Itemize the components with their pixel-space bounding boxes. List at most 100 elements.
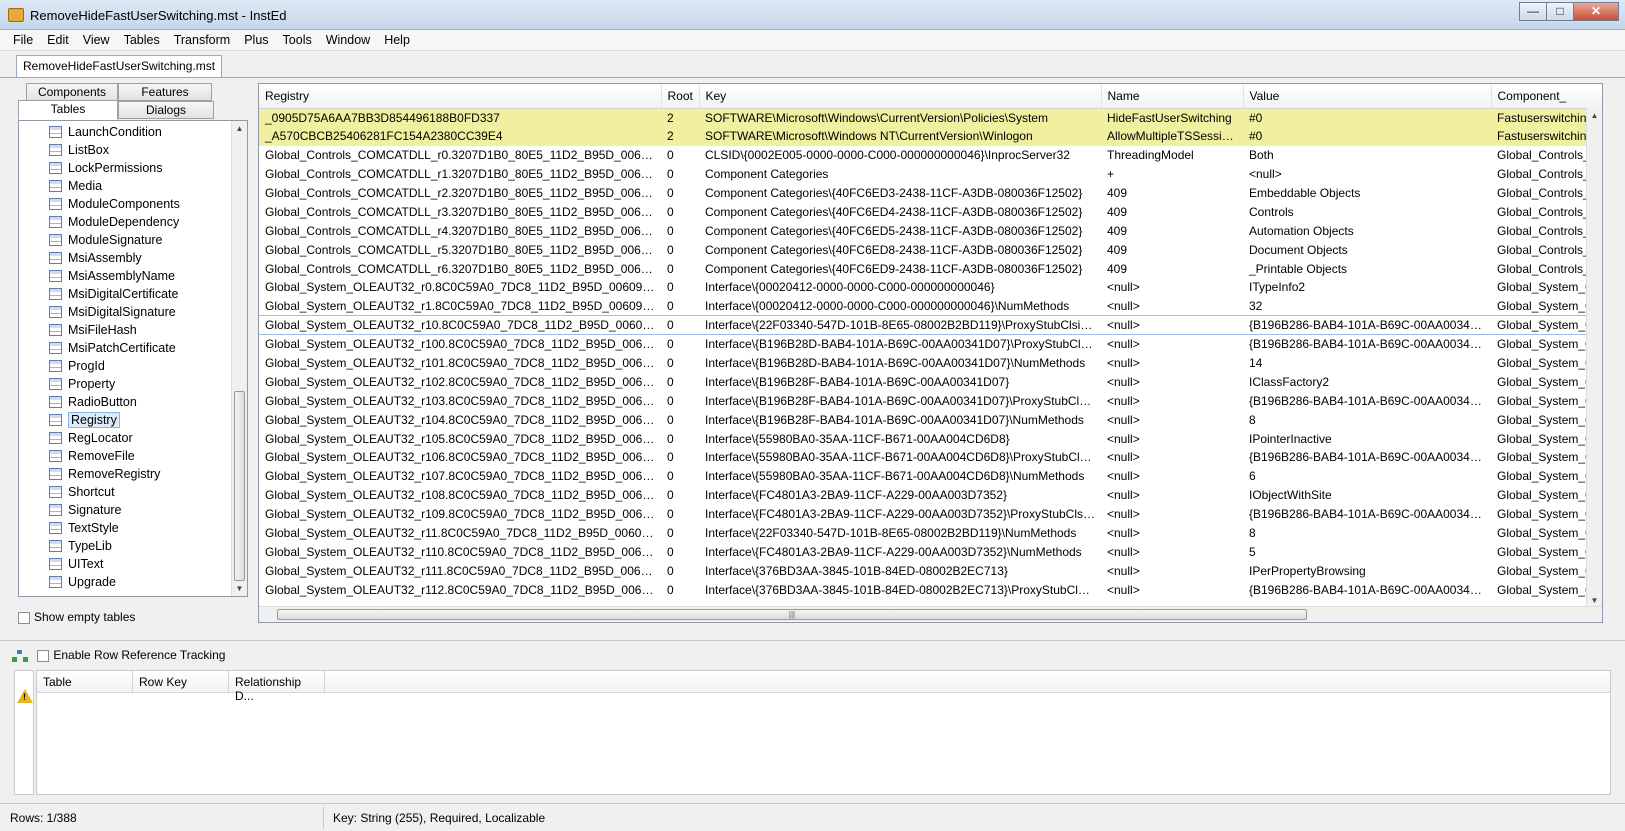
table-item-moduledependency[interactable]: ModuleDependency	[19, 213, 247, 231]
cell-key[interactable]: Interface\{B196B28F-BAB4-101A-B69C-00AA0…	[699, 372, 1101, 391]
cell-root[interactable]: 0	[661, 561, 699, 580]
cell-registry[interactable]: Global_System_OLEAUT32_r107.8C0C59A0_7DC…	[259, 467, 661, 486]
cell-name[interactable]: <null>	[1101, 448, 1243, 467]
menu-edit[interactable]: Edit	[40, 30, 76, 50]
cell-name[interactable]: <null>	[1101, 315, 1243, 336]
table-row[interactable]: Global_System_OLEAUT32_r104.8C0C59A0_7DC…	[259, 410, 1602, 429]
cell-registry[interactable]: Global_System_OLEAUT32_r103.8C0C59A0_7DC…	[259, 391, 661, 410]
cell-root[interactable]: 0	[661, 580, 699, 599]
table-item-typelib[interactable]: TypeLib	[19, 537, 247, 555]
scroll-thumb[interactable]	[234, 391, 245, 581]
cell-key[interactable]: Interface\{376BD3AA-3845-101B-84ED-08002…	[699, 561, 1101, 580]
grid-vertical-scrollbar[interactable]: ▲ ▼	[1586, 108, 1602, 608]
cell-root[interactable]: 0	[661, 429, 699, 448]
table-row[interactable]: Global_Controls_COMCATDLL_r2.3207D1B0_80…	[259, 184, 1602, 203]
cell-key[interactable]: Interface\{B196B28D-BAB4-101A-B69C-00AA0…	[699, 354, 1101, 373]
cell-name[interactable]: <null>	[1101, 542, 1243, 561]
cell-registry[interactable]: Global_System_OLEAUT32_r11.8C0C59A0_7DC8…	[259, 524, 661, 543]
cell-value[interactable]: {B196B286-BAB4-101A-B69C-00AA00341D07}	[1243, 580, 1491, 599]
cell-name[interactable]: <null>	[1101, 354, 1243, 373]
cell-registry[interactable]: Global_System_OLEAUT32_r112.8C0C59A0_7DC…	[259, 580, 661, 599]
cell-root[interactable]: 0	[661, 259, 699, 278]
cell-key[interactable]: Component Categories\{40FC6ED8-2438-11CF…	[699, 240, 1101, 259]
cell-root[interactable]: 0	[661, 240, 699, 259]
menu-window[interactable]: Window	[319, 30, 377, 50]
cell-name[interactable]: <null>	[1101, 372, 1243, 391]
menu-view[interactable]: View	[76, 30, 117, 50]
table-item-removeregistry[interactable]: RemoveRegistry	[19, 465, 247, 483]
table-item-modulesignature[interactable]: ModuleSignature	[19, 231, 247, 249]
warning-icon[interactable]: !	[17, 689, 33, 703]
cell-root[interactable]: 0	[661, 315, 699, 336]
table-item-msiassemblyname[interactable]: MsiAssemblyName	[19, 267, 247, 285]
table-item-listbox[interactable]: ListBox	[19, 141, 247, 159]
cell-root[interactable]: 0	[661, 221, 699, 240]
table-row[interactable]: _0905D75A6AA7BB3D854496188B0FD337 2 SOFTWA…	[259, 108, 1602, 127]
cell-registry[interactable]: Global_Controls_COMCATDLL_r1.3207D1B0_80…	[259, 165, 661, 184]
cell-registry[interactable]: Global_System_OLEAUT32_r108.8C0C59A0_7DC…	[259, 486, 661, 505]
cell-key[interactable]: Interface\{00020412-0000-0000-C000-00000…	[699, 297, 1101, 316]
cell-key[interactable]: SOFTWARE\Microsoft\Windows NT\CurrentVer…	[699, 126, 1101, 146]
cell-name[interactable]: 409	[1101, 184, 1243, 203]
cell-value[interactable]: <null>	[1243, 165, 1491, 184]
table-item-msidigitalsignature[interactable]: MsiDigitalSignature	[19, 303, 247, 321]
cell-key[interactable]: Interface\{FC4801A3-2BA9-11CF-A229-00AA0…	[699, 505, 1101, 524]
cell-root[interactable]: 0	[661, 165, 699, 184]
table-item-msipatchcertificate[interactable]: MsiPatchCertificate	[19, 339, 247, 357]
cell-key[interactable]: Interface\{55980BA0-35AA-11CF-B671-00AA0…	[699, 448, 1101, 467]
grid-horizontal-scrollbar[interactable]: |||	[259, 606, 1602, 622]
cell-value[interactable]: #0	[1243, 126, 1491, 146]
cell-registry[interactable]: Global_System_OLEAUT32_r105.8C0C59A0_7DC…	[259, 429, 661, 448]
close-button[interactable]: ✕	[1573, 2, 1619, 21]
cell-registry[interactable]: _0905D75A6AA7BB3D854496188B0FD337	[259, 108, 661, 127]
cell-name[interactable]: 409	[1101, 221, 1243, 240]
cell-key[interactable]: CLSID\{0002E005-0000-0000-C000-000000000…	[699, 146, 1101, 165]
show-empty-tables[interactable]: Show empty tables	[18, 610, 135, 624]
table-item-msifilehash[interactable]: MsiFileHash	[19, 321, 247, 339]
column-header-key[interactable]: Key	[699, 84, 1102, 109]
table-row[interactable]: Global_Controls_COMCATDLL_r5.3207D1B0_80…	[259, 240, 1602, 259]
cell-root[interactable]: 0	[661, 146, 699, 165]
cell-key[interactable]: Interface\{B196B28F-BAB4-101A-B69C-00AA0…	[699, 391, 1101, 410]
cell-value[interactable]: ITypeInfo2	[1243, 278, 1491, 297]
cell-value[interactable]: Document Objects	[1243, 240, 1491, 259]
table-row[interactable]: Global_Controls_COMCATDLL_r0.3207D1B0_80…	[259, 146, 1602, 165]
cell-registry[interactable]: Global_System_OLEAUT32_r111.8C0C59A0_7DC…	[259, 561, 661, 580]
cell-name[interactable]: <null>	[1101, 429, 1243, 448]
scroll-down-arrow[interactable]: ▼	[232, 581, 247, 596]
table-item-registry[interactable]: Registry	[19, 411, 247, 429]
table-row[interactable]: Global_Controls_COMCATDLL_r4.3207D1B0_80…	[259, 221, 1602, 240]
table-row[interactable]: Global_System_OLEAUT32_r103.8C0C59A0_7DC…	[259, 391, 1602, 410]
table-row[interactable]: _A570CBCB25406281FC154A2380CC39E4 2 SOFTWA…	[259, 126, 1602, 146]
cell-registry[interactable]: Global_Controls_COMCATDLL_r3.3207D1B0_80…	[259, 202, 661, 221]
table-row[interactable]: Global_System_OLEAUT32_r112.8C0C59A0_7DC…	[259, 580, 1602, 599]
table-row[interactable]: Global_System_OLEAUT32_r0.8C0C59A0_7DC8_…	[259, 278, 1602, 297]
cell-key[interactable]: Interface\{376BD3AA-3845-101B-84ED-08002…	[699, 580, 1101, 599]
cell-name[interactable]: <null>	[1101, 524, 1243, 543]
cell-value[interactable]: {B196B286-BAB4-101A-B69C-00AA00341D07}	[1243, 315, 1491, 336]
table-row[interactable]: Global_System_OLEAUT32_r106.8C0C59A0_7DC…	[259, 448, 1602, 467]
menu-transform[interactable]: Transform	[167, 30, 238, 50]
cell-value[interactable]: Embeddable Objects	[1243, 184, 1491, 203]
rel-column-header[interactable]: Relationship D...	[229, 671, 325, 703]
cell-root[interactable]: 0	[661, 278, 699, 297]
table-item-launchcondition[interactable]: LaunchCondition	[19, 123, 247, 141]
cell-value[interactable]: _Printable Objects	[1243, 259, 1491, 278]
cell-registry[interactable]: Global_System_OLEAUT32_r104.8C0C59A0_7DC…	[259, 410, 661, 429]
table-row[interactable]: Global_System_OLEAUT32_r109.8C0C59A0_7DC…	[259, 505, 1602, 524]
tab-dialogs[interactable]: Dialogs	[118, 101, 214, 119]
table-item-property[interactable]: Property	[19, 375, 247, 393]
cell-registry[interactable]: Global_System_OLEAUT32_r0.8C0C59A0_7DC8_…	[259, 278, 661, 297]
table-item-msiassembly[interactable]: MsiAssembly	[19, 249, 247, 267]
cell-root[interactable]: 0	[661, 524, 699, 543]
menu-help[interactable]: Help	[377, 30, 417, 50]
table-item-lockpermissions[interactable]: LockPermissions	[19, 159, 247, 177]
tracking-checkbox[interactable]	[37, 649, 50, 662]
cell-root[interactable]: 0	[661, 372, 699, 391]
tables-list-scrollbar[interactable]: ▲ ▼	[231, 121, 247, 596]
cell-value[interactable]: IPointerInactive	[1243, 429, 1491, 448]
cell-name[interactable]: +	[1101, 165, 1243, 184]
cell-key[interactable]: SOFTWARE\Microsoft\Windows\CurrentVersio…	[699, 108, 1101, 127]
cell-value[interactable]: {B196B286-BAB4-101A-B69C-00AA00341D07}	[1243, 391, 1491, 410]
cell-value[interactable]: {B196B286-BAB4-101A-B69C-00AA00341D07}	[1243, 505, 1491, 524]
